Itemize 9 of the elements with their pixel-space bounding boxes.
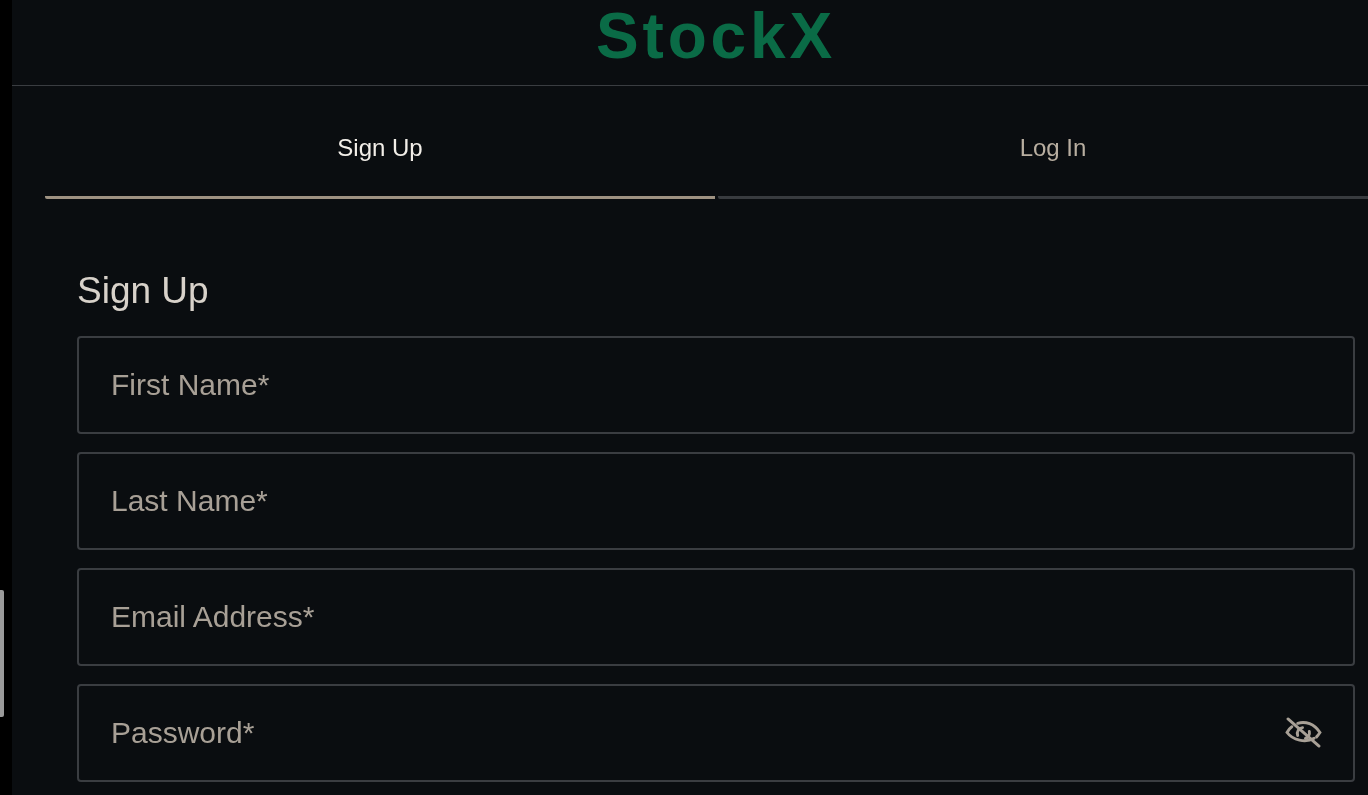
tab[interactable]: Log In bbox=[718, 86, 1368, 199]
eye-slash-icon[interactable] bbox=[1284, 717, 1323, 748]
password-field[interactable]: Password* bbox=[77, 684, 1355, 782]
text-field[interactable]: Last Name* bbox=[77, 452, 1355, 550]
tab[interactable]: Sign Up bbox=[45, 86, 715, 199]
text-field[interactable]: Email Address* bbox=[77, 568, 1355, 666]
scrollbar-thumb[interactable] bbox=[0, 590, 4, 717]
form-heading: Sign Up bbox=[77, 272, 209, 309]
text-field[interactable]: First Name* bbox=[77, 336, 1355, 434]
